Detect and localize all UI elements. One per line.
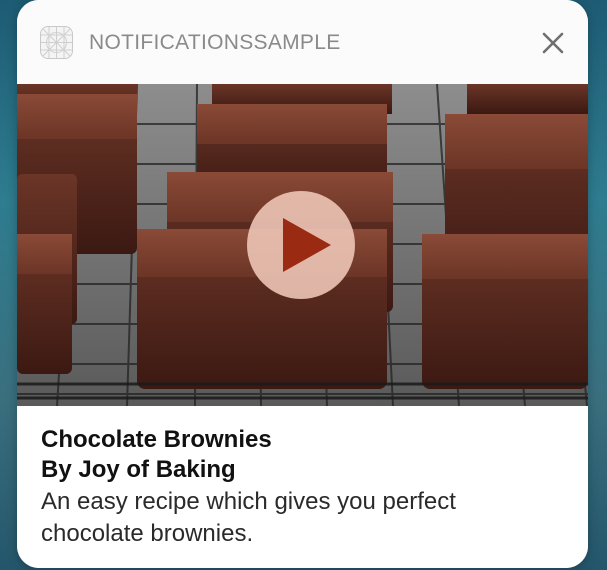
app-name: NOTIFICATIONSSAMPLE: [89, 31, 341, 54]
play-button[interactable]: [247, 191, 355, 299]
notification-title: Chocolate Brownies: [41, 426, 272, 453]
notification-body-line-1: An easy recipe which gives you perfect: [41, 488, 456, 515]
app-grid-icon: [40, 26, 73, 59]
media-preview[interactable]: [17, 84, 588, 406]
notification-body-line-2: chocolate brownies.: [41, 520, 254, 547]
close-icon: [542, 32, 564, 54]
notification-subtitle: By Joy of Baking: [41, 456, 236, 483]
notification-card[interactable]: NOTIFICATIONSSAMPLE Chocolate Brownies B…: [17, 0, 588, 568]
notification-content: Chocolate Brownies By Joy of Baking An e…: [17, 406, 588, 568]
notification-header: NOTIFICATIONSSAMPLE: [17, 0, 588, 84]
close-button[interactable]: [538, 28, 568, 58]
play-icon: [283, 218, 331, 272]
